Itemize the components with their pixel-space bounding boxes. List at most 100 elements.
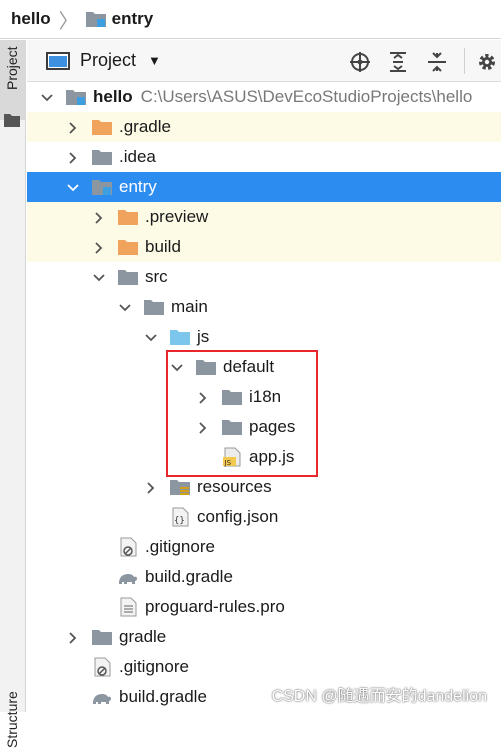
tree-arrow-spacer [92,600,106,614]
tree-item-label: proguard-rules.pro [145,597,285,616]
tree-item-label: config.json [197,507,279,526]
orange-folder-icon [117,207,139,227]
watermark: CSDN @随遇而安的dandelion [271,688,487,705]
tree-row[interactable]: proguard-rules.pro [27,592,501,622]
tree-arrow-spacer [92,570,106,584]
chevron-down-icon[interactable] [144,330,158,344]
project-tool-tab[interactable]: Project [0,40,25,127]
folder-icon [4,114,20,127]
tree-row[interactable]: .preview [27,202,501,232]
tree-item-label: entry [119,177,157,196]
tree-item-label: build [145,237,181,256]
tree-item-label: i18n [249,387,282,406]
chevron-down-icon[interactable]: ▼ [148,53,161,68]
module-folder-icon [91,177,113,197]
orange-folder-icon [117,237,139,257]
tree-row[interactable]: js [27,322,501,352]
resources-folder-icon [169,477,191,497]
tree-item-label: .gradle [119,117,171,136]
collapse-all-icon[interactable] [426,51,448,73]
project-panel-header: Project ▼ [27,40,501,82]
tree-row[interactable]: .gitignore [27,532,501,562]
tree-row[interactable]: i18n [27,382,501,412]
chevron-right-icon[interactable] [196,390,210,404]
text-file-icon [117,597,139,617]
gray-folder-icon [221,387,243,407]
gradle-file-icon [91,687,113,707]
gray-folder-icon [195,357,217,377]
breadcrumb: hello 〉 entry [0,0,501,39]
tree-row[interactable]: .gitignore [27,652,501,682]
tree-row[interactable]: build [27,232,501,262]
tree-row[interactable]: entry [27,172,501,202]
blue-folder-icon [169,327,191,347]
gitignore-file-icon [117,537,139,557]
tree-item-label: .gitignore [145,537,215,556]
tree-item-label: .gitignore [119,657,189,676]
project-tool-tab-label: Project [4,46,20,90]
tree-item-label: gradle [119,627,167,646]
tree-item-label: .preview [145,207,209,226]
gradle-file-icon [117,567,139,587]
tree-item-label: main [171,297,208,316]
tree-item-label: default [223,357,275,376]
tree-arrow-spacer [66,660,80,674]
tree-item-label: js [197,327,210,346]
tree-row[interactable]: JS app.js [27,442,501,472]
gray-folder-icon [143,297,165,317]
gray-folder-icon [91,147,113,167]
locate-file-icon[interactable] [349,51,371,73]
svg-text:{}: {} [174,516,185,526]
chevron-right-icon[interactable] [196,420,210,434]
chevron-down-icon[interactable] [118,300,132,314]
tree-item-label: .idea [119,147,156,166]
tree-row[interactable]: resources [27,472,501,502]
module-folder-icon [85,12,106,27]
chevron-right-icon[interactable] [66,150,80,164]
project-tree: hello C:\Users\ASUS\DevEcoStudioProjects\… [27,82,501,712]
tool-window-strip: Project Structure [0,40,26,748]
breadcrumb-module[interactable]: entry [112,9,154,29]
chevron-down-icon[interactable] [92,270,106,284]
tree-row[interactable]: .gradle [27,112,501,142]
tree-row[interactable]: build.gradle [27,562,501,592]
tree-item-label: resources [197,477,272,496]
chevron-right-icon[interactable] [92,240,106,254]
tree-row[interactable]: {} config.json [27,502,501,532]
tree-arrow-spacer [66,690,80,704]
chevron-down-icon[interactable] [40,90,54,104]
module-folder-icon [65,87,87,107]
chevron-right-icon[interactable] [92,210,106,224]
breadcrumb-project[interactable]: hello [11,9,51,29]
chevron-right-icon[interactable] [144,480,158,494]
toolbar-divider [464,48,465,74]
project-view-selector[interactable]: Project [80,50,136,71]
tree-item-label: src [145,267,168,286]
chevron-right-icon[interactable] [66,120,80,134]
structure-tool-tab[interactable]: Structure [4,691,20,748]
tree-row[interactable]: .idea [27,142,501,172]
chevron-down-icon[interactable] [66,180,80,194]
chevron-down-icon[interactable] [170,360,184,374]
svg-text:JS: JS [224,459,232,467]
gear-icon[interactable] [476,51,498,73]
tree-row[interactable]: hello C:\Users\ASUS\DevEcoStudioProjects\… [27,82,501,112]
tree-arrow-spacer [92,540,106,554]
breadcrumb-separator: 〉 [58,10,79,33]
tree-row[interactable]: src [27,262,501,292]
project-path: C:\Users\ASUS\DevEcoStudioProjects\hello [140,87,473,106]
project-view-icon [46,51,70,70]
tree-row[interactable]: default [27,352,501,382]
orange-folder-icon [91,117,113,137]
tree-item-label: build.gradle [145,567,233,586]
tree-item-label: pages [249,417,296,436]
tree-row[interactable]: pages [27,412,501,442]
tree-item-label: hello [93,87,133,106]
chevron-right-icon[interactable] [66,630,80,644]
js-file-icon: JS [221,447,243,467]
tree-row[interactable]: gradle [27,622,501,652]
gitignore-file-icon [91,657,113,677]
expand-all-icon[interactable] [387,51,409,73]
tree-row[interactable]: main [27,292,501,322]
tree-arrow-spacer [144,510,158,524]
